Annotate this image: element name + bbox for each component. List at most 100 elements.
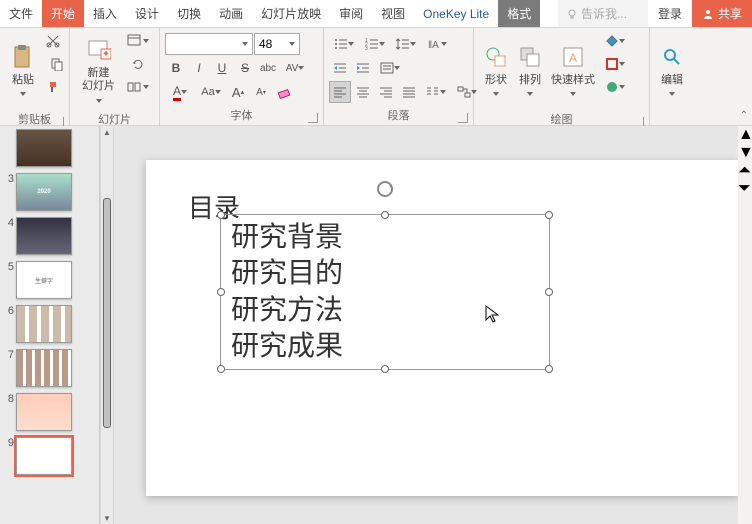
grow-font-button[interactable]: A▴ [227,81,249,103]
scissors-icon [46,34,60,48]
italic-button[interactable]: I [188,57,210,79]
resize-handle-w[interactable] [217,288,225,296]
scroll-down-button[interactable]: ▼ [738,144,752,162]
prev-slide-button[interactable]: ⏶ [738,162,752,180]
reset-button[interactable] [124,54,152,74]
tab-review[interactable]: 审阅 [330,0,372,27]
tab-slideshow[interactable]: 幻灯片放映 [252,0,330,27]
shrink-font-button[interactable]: A▾ [250,81,272,103]
strike-button[interactable]: S [234,57,256,79]
arrange-button[interactable]: 排列 [513,31,547,109]
numbering-button[interactable]: 123 [360,33,390,55]
copy-button[interactable] [43,54,71,74]
tab-transition[interactable]: 切换 [168,0,210,27]
quick-styles-button[interactable]: A 快速样式 [547,31,599,109]
list-item[interactable]: 研究成果 [231,328,539,364]
tab-view[interactable]: 视图 [372,0,414,27]
scroll-up-button[interactable]: ▲ [738,126,752,144]
slide-thumb[interactable]: 5生僻字 [0,258,99,302]
text-direction-icon: ‖A [427,38,441,50]
tell-me-search[interactable]: 告诉我... [558,0,648,27]
shape-outline-button[interactable] [601,54,629,74]
decrease-indent-button[interactable] [329,57,351,79]
bullets-button[interactable] [329,33,359,55]
layout-button[interactable] [124,31,152,51]
align-center-button[interactable] [352,81,374,103]
login-button[interactable]: 登录 [648,0,692,27]
font-color-button[interactable]: A [165,81,195,103]
scroll-down-button[interactable]: ▼ [101,512,113,524]
thumb-scrollbar[interactable]: ▲ ▼ [100,126,114,524]
slide-thumb[interactable]: 6 [0,302,99,346]
share-button[interactable]: 共享 [692,0,752,27]
align-text-button[interactable] [375,57,405,79]
slide-thumb[interactable]: 32020 [0,170,99,214]
resize-handle-n[interactable] [381,211,389,219]
shadow-button[interactable]: abc [257,57,279,79]
align-justify-button[interactable] [398,81,420,103]
tab-design[interactable]: 设计 [126,0,168,27]
outline-icon [605,57,619,71]
tab-insert[interactable]: 插入 [84,0,126,27]
fill-icon [605,34,619,48]
cut-button[interactable] [43,31,63,51]
smartart-icon [457,86,471,98]
underline-button[interactable]: U [211,57,233,79]
slide-thumb[interactable] [0,126,99,170]
list-item[interactable]: 研究背景 [231,219,539,255]
paste-icon [12,44,34,70]
next-slide-button[interactable]: ⏷ [738,180,752,198]
font-size-combo[interactable]: 48 [254,33,300,55]
shape-effects-button[interactable] [601,77,629,97]
slide-thumb[interactable]: 8 [0,390,99,434]
tab-file[interactable]: 文件 [0,0,42,27]
collapse-ribbon-button[interactable]: ⌃ [740,110,748,121]
slide-thumb[interactable]: 7 [0,346,99,390]
slide-canvas[interactable]: 目录 研究背景 研究目的 研究方法 研究成果 [114,126,738,524]
svg-text:3: 3 [365,46,368,50]
shapes-button[interactable]: 形状 [479,31,513,109]
find-button[interactable]: 编辑 [655,31,689,109]
tab-home[interactable]: 开始 [42,0,84,27]
resize-handle-ne[interactable] [545,211,553,219]
resize-handle-sw[interactable] [217,365,225,373]
paste-button[interactable]: 粘贴 [5,31,41,109]
slide-edit-area[interactable]: 目录 研究背景 研究目的 研究方法 研究成果 [146,160,738,496]
bold-button[interactable]: B [165,57,187,79]
scroll-up-button[interactable]: ▲ [101,126,113,138]
font-launcher[interactable] [308,113,318,123]
change-case-button[interactable]: Aa [196,81,226,103]
tab-animation[interactable]: 动画 [210,0,252,27]
font-family-combo[interactable] [165,33,253,55]
align-left-button[interactable] [329,81,351,103]
resize-handle-s[interactable] [381,365,389,373]
char-spacing-button[interactable]: AV [280,57,310,79]
lightbulb-icon [566,8,578,20]
format-painter-button[interactable] [43,77,63,97]
new-slide-button[interactable]: ✦ 新建 幻灯片 [75,31,122,109]
slide-thumb[interactable]: 4 [0,214,99,258]
increase-indent-button[interactable] [352,57,374,79]
text-direction-button[interactable]: ‖A [422,33,452,55]
tab-format[interactable]: 格式 [498,0,540,27]
rotate-handle[interactable] [375,179,395,204]
resize-handle-e[interactable] [545,288,553,296]
clear-format-button[interactable] [273,81,295,103]
scroll-handle[interactable] [103,198,111,428]
slide-thumb[interactable]: 9 [0,434,99,478]
columns-button[interactable] [421,81,451,103]
tab-onekey[interactable]: OneKey Lite [414,0,498,27]
layout-icon [127,34,143,48]
line-spacing-button[interactable] [391,33,421,55]
section-button[interactable] [124,77,152,97]
resize-handle-se[interactable] [545,365,553,373]
shapes-icon [485,46,507,68]
paragraph-launcher[interactable] [458,113,468,123]
content-textbox[interactable]: 研究背景 研究目的 研究方法 研究成果 [220,214,550,370]
shape-fill-button[interactable] [601,31,629,51]
search-icon [662,47,682,67]
list-item[interactable]: 研究目的 [231,255,539,291]
align-right-button[interactable] [375,81,397,103]
canvas-scrollbar[interactable]: ▲ ▼ ⏶ ⏷ [738,126,752,524]
resize-handle-nw[interactable] [217,211,225,219]
